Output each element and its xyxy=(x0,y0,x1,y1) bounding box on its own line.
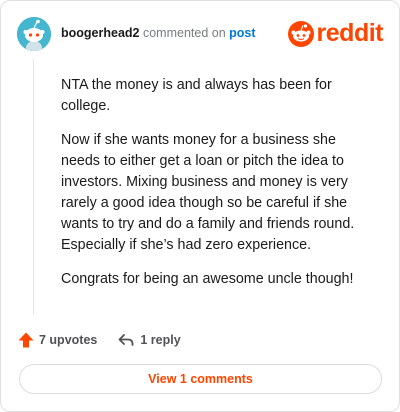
action-text: commented on xyxy=(142,26,226,40)
reddit-alien-icon xyxy=(287,20,314,47)
post-link[interactable]: post xyxy=(229,26,255,40)
comment-card: boogerhead2 commented on post reddit NTA… xyxy=(0,0,400,412)
comment-footer: 7 upvotes 1 reply xyxy=(17,330,181,350)
reddit-logo[interactable]: reddit xyxy=(287,19,384,48)
view-comments-button[interactable]: View 1 comments xyxy=(19,364,382,394)
reply-button[interactable]: 1 reply xyxy=(117,331,181,349)
comment-paragraph: Congrats for being an awesome uncle thou… xyxy=(61,271,354,287)
comment-body: NTA the money is and always has been for… xyxy=(61,75,361,303)
comment-meta: boogerhead2 commented on post xyxy=(61,26,256,40)
comment-paragraph: NTA the money is and always has been for… xyxy=(61,77,332,114)
snoo-avatar-icon xyxy=(17,17,51,51)
username-link[interactable]: boogerhead2 xyxy=(61,26,140,40)
reply-arrow-icon xyxy=(118,334,134,346)
comment-header: boogerhead2 commented on post reddit xyxy=(17,17,384,51)
thread-line[interactable] xyxy=(33,59,34,315)
upvote-button[interactable]: 7 upvotes xyxy=(17,331,97,349)
comment-paragraph: Now if she wants money for a business sh… xyxy=(61,132,355,253)
reply-count: 1 reply xyxy=(140,333,181,347)
upvote-count: 7 upvotes xyxy=(39,333,98,347)
avatar[interactable] xyxy=(17,17,51,51)
reddit-wordmark: reddit xyxy=(316,19,384,47)
upvote-arrow-icon xyxy=(18,332,34,348)
